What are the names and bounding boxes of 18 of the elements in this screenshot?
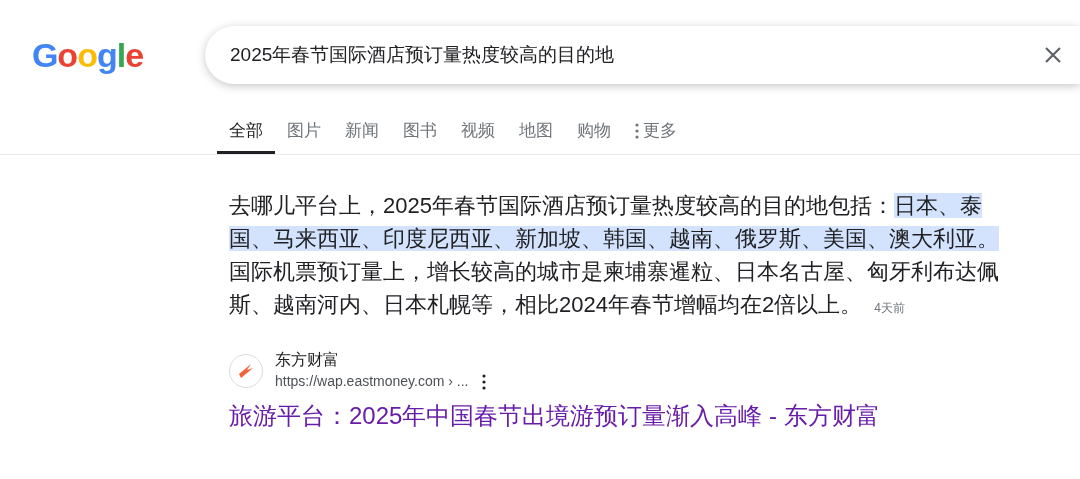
tab[interactable]: 全部 [217,110,275,154]
tab[interactable]: 购物 [565,110,623,154]
answer-snippet: 去哪儿平台上，2025年春节国际酒店预订量热度较高的目的地包括：日本、泰国、马来西亚、印度尼西亚、新加坡、韩国、越南、俄罗斯、美国、澳大利亚。 国际机票预订量上，增长较高的城市是柬埔寨暹粒、日本名古屋、匈牙利布达佩斯、越南河内、日本札幌等，相比2024年春节增幅均在2倍以上。 4天前 [229,192,1000,319]
close-icon[interactable] [1044,46,1062,64]
site-name: 东方财富 [275,350,340,370]
tab[interactable]: 图片 [275,110,333,154]
site-favicon-icon [229,353,263,388]
tab[interactable]: 地图 [507,110,565,154]
site-url[interactable]: https://wap.eastmoney.com › ... [275,371,469,392]
more-icon[interactable] [482,373,487,390]
tab[interactable]: 更多 [623,110,689,154]
logo[interactable]: Google [31,29,144,81]
search-field[interactable]: 2025年春节国际酒店预订量热度较高的目的地 [205,26,1080,84]
result-title-link[interactable]: 旅游平台：2025年中国春节出境游预订量渐入高峰 - 东方财富 [229,398,1080,434]
tab[interactable]: 新闻 [333,110,391,154]
tab[interactable]: 视频 [449,110,507,154]
tab[interactable]: 图书 [391,110,449,154]
more-icon [635,122,639,139]
